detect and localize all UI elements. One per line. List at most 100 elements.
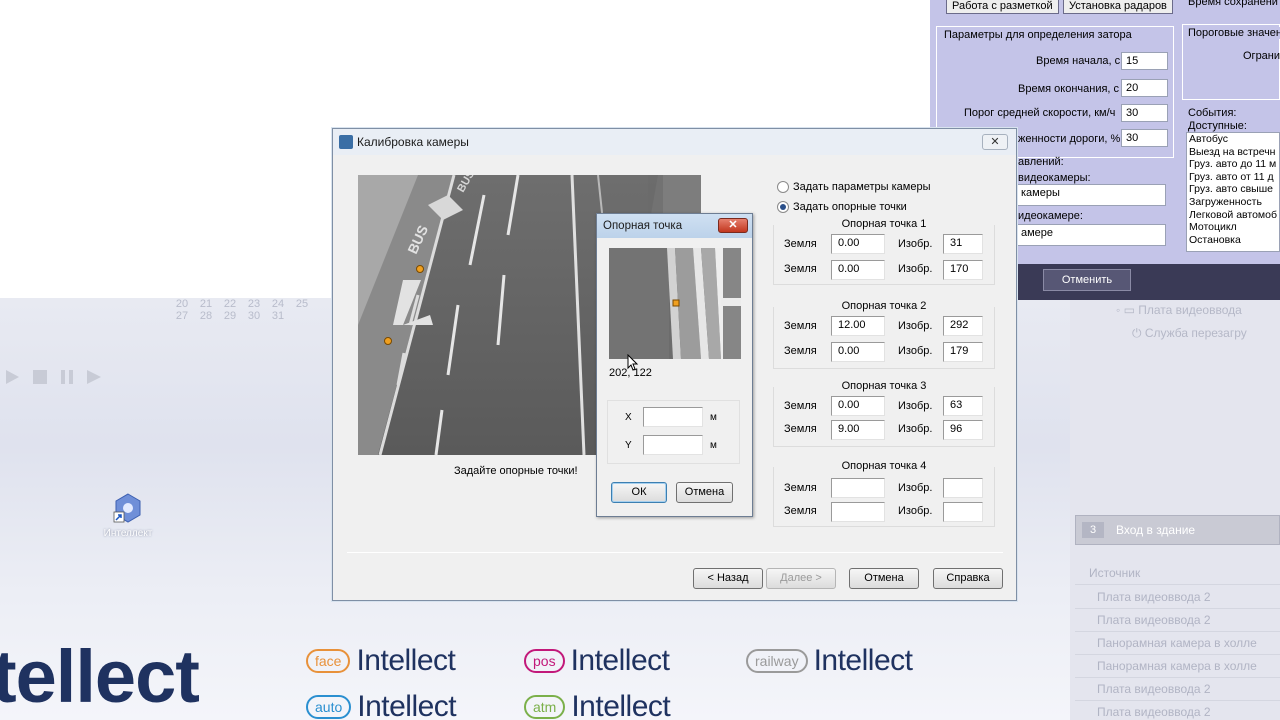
list-item[interactable]: Груз. авто до 11 м <box>1187 158 1279 171</box>
ground-label: Земля <box>784 263 817 275</box>
ground-y-input[interactable] <box>831 502 885 522</box>
ground-x-input[interactable]: 0.00 <box>831 396 885 416</box>
image-x-input[interactable]: 31 <box>943 234 983 254</box>
ground-x-input[interactable] <box>831 478 885 498</box>
brand-word: Intellect <box>357 690 457 720</box>
calendar-day: 20 <box>175 298 189 310</box>
videocam-label: видеокамеры: <box>1018 172 1091 184</box>
tab-markup-button[interactable]: Работа с разметкой <box>946 0 1059 14</box>
ground-x-input[interactable]: 0.00 <box>831 234 885 254</box>
radio-camera-params[interactable]: Задать параметры камеры <box>777 181 931 193</box>
reference-marker-2[interactable] <box>384 337 392 345</box>
list-item[interactable]: Груз. авто свыше <box>1187 183 1279 196</box>
image-label: Изобр. <box>898 345 933 357</box>
back-button[interactable]: < Назад <box>693 568 763 589</box>
event-group-header[interactable]: 3 Вход в здание <box>1075 515 1280 545</box>
cancel-changes-button[interactable]: Отменить <box>1043 269 1131 291</box>
brand-railway-intellect: railway Intellect <box>746 644 913 678</box>
ground-y-input[interactable]: 0.00 <box>831 342 885 362</box>
list-item[interactable]: Загруженность <box>1187 196 1279 209</box>
brand-pill: atm <box>524 695 566 719</box>
help-button[interactable]: Справка <box>933 568 1003 589</box>
next-button[interactable]: Далее > <box>766 568 836 589</box>
close-button[interactable]: ✕ <box>982 134 1008 150</box>
speed-threshold-input[interactable]: 30 <box>1121 104 1168 122</box>
radio-reference-points[interactable]: Задать опорные точки <box>777 201 907 213</box>
dialog-title-bar[interactable]: Опорная точка ✕ <box>597 214 752 238</box>
list-item[interactable]: Остановка <box>1187 234 1279 247</box>
dialog-title-bar[interactable]: Калибровка камеры ✕ <box>333 129 1016 155</box>
camera-select[interactable]: камеры <box>1016 184 1166 206</box>
available-events-label: Доступные: <box>1188 120 1247 132</box>
start-time-input[interactable]: 15 <box>1121 52 1168 70</box>
cancel-button[interactable]: Отмена <box>676 482 733 503</box>
ground-x-input[interactable]: 12.00 <box>831 316 885 336</box>
table-row[interactable]: Плата видеоввода 2 <box>1075 678 1280 701</box>
cancel-button[interactable]: Отмена <box>849 568 919 589</box>
ground-y-input[interactable]: 9.00 <box>831 420 885 440</box>
ground-y-input[interactable]: 0.00 <box>831 260 885 280</box>
list-item[interactable]: Груз. авто от 11 д <box>1187 171 1279 184</box>
mouse-cursor-icon <box>627 354 639 371</box>
event-group-title: Вход в здание <box>1116 523 1196 537</box>
calendar-day: 31 <box>271 310 285 322</box>
intellect-app-icon[interactable] <box>112 492 144 524</box>
reference-marker[interactable] <box>672 299 680 307</box>
x-label: X <box>625 412 632 423</box>
list-item[interactable]: Выезд на встречн <box>1187 146 1279 159</box>
calendar-day: 24 <box>271 298 285 310</box>
y-input[interactable] <box>643 435 703 455</box>
close-button[interactable]: ✕ <box>718 218 748 233</box>
ground-label: Земля <box>784 423 817 435</box>
list-item[interactable]: Автобус <box>1187 133 1279 146</box>
table-row[interactable]: Плата видеоввода 2 <box>1075 609 1280 632</box>
table-row[interactable]: Плата видеоввода 2 <box>1075 701 1280 720</box>
table-row[interactable]: Плата видеоввода 2 <box>1075 586 1280 609</box>
calendar-day: 27 <box>175 310 189 322</box>
image-y-input[interactable] <box>943 502 983 522</box>
group-title: Опорная точка 3 <box>774 380 994 392</box>
image-label: Изобр. <box>898 238 933 250</box>
image-y-input[interactable]: 170 <box>943 260 983 280</box>
jam-params-title: Параметры для определения затора <box>944 29 1132 41</box>
end-time-input[interactable]: 20 <box>1121 79 1168 97</box>
calendar-day: 22 <box>223 298 237 310</box>
image-x-input[interactable] <box>943 478 983 498</box>
reference-point-2-group: Опорная точка 2 Земля 12.00 Изобр. 292 З… <box>773 300 995 369</box>
brand-word: Intellect <box>570 644 670 677</box>
radio-label: Задать параметры камеры <box>793 181 931 193</box>
reference-marker-1[interactable] <box>416 265 424 273</box>
zoom-preview[interactable] <box>609 248 741 359</box>
dialog-title: Опорная точка <box>603 220 683 232</box>
table-row[interactable]: Панорамная камера в холле <box>1075 655 1280 678</box>
list-item[interactable]: Мотоцикл <box>1187 221 1279 234</box>
radio-button[interactable] <box>777 201 789 213</box>
tree-item-capture-board[interactable]: ◦ ▭ Плата видеовводa <box>1116 303 1242 317</box>
camera2-select[interactable]: амере <box>1016 224 1166 246</box>
image-x-input[interactable]: 63 <box>943 396 983 416</box>
image-y-input[interactable]: 96 <box>943 420 983 440</box>
available-events-list[interactable]: Автобус Выезд на встречн Груз. авто до 1… <box>1186 132 1280 252</box>
ground-label: Земля <box>784 505 817 517</box>
image-x-input[interactable]: 292 <box>943 316 983 336</box>
list-item[interactable]: Легковой автомоб <box>1187 209 1279 222</box>
ground-label: Земля <box>784 400 817 412</box>
objects-tree-panel: ◦ ▭ Плата видеовводa ⏻ Служба перезагру … <box>1070 300 1280 720</box>
thresholds-title: Пороговые значен <box>1188 27 1280 39</box>
reference-point-dialog: Опорная точка ✕ 202, 122 X м Y м ОК Отме… <box>596 213 753 517</box>
road-load-input[interactable]: 30 <box>1121 129 1168 147</box>
radio-button[interactable] <box>777 181 789 193</box>
image-y-input[interactable]: 179 <box>943 342 983 362</box>
tree-item-restart-service[interactable]: ⏻ Служба перезагру <box>1132 326 1247 341</box>
ok-button[interactable]: ОК <box>611 482 667 503</box>
faded-calendar: 20 21 22 23 24 25 27 28 29 30 31 <box>170 298 330 328</box>
speed-threshold-label: Порог средней скорости, км/ч <box>964 107 1116 119</box>
tab-radars-button[interactable]: Установка радаров <box>1063 0 1173 14</box>
table-row[interactable]: Панорамная камера в холле <box>1075 632 1280 655</box>
reference-point-4-group: Опорная точка 4 Земля Изобр. Земля Изобр… <box>773 460 995 527</box>
end-time-label: Время окончания, с <box>1018 83 1120 95</box>
ground-label: Земля <box>784 345 817 357</box>
camera-caption: Задайте опорные точки! <box>454 465 578 477</box>
image-label: Изобр. <box>898 505 933 517</box>
x-input[interactable] <box>643 407 703 427</box>
